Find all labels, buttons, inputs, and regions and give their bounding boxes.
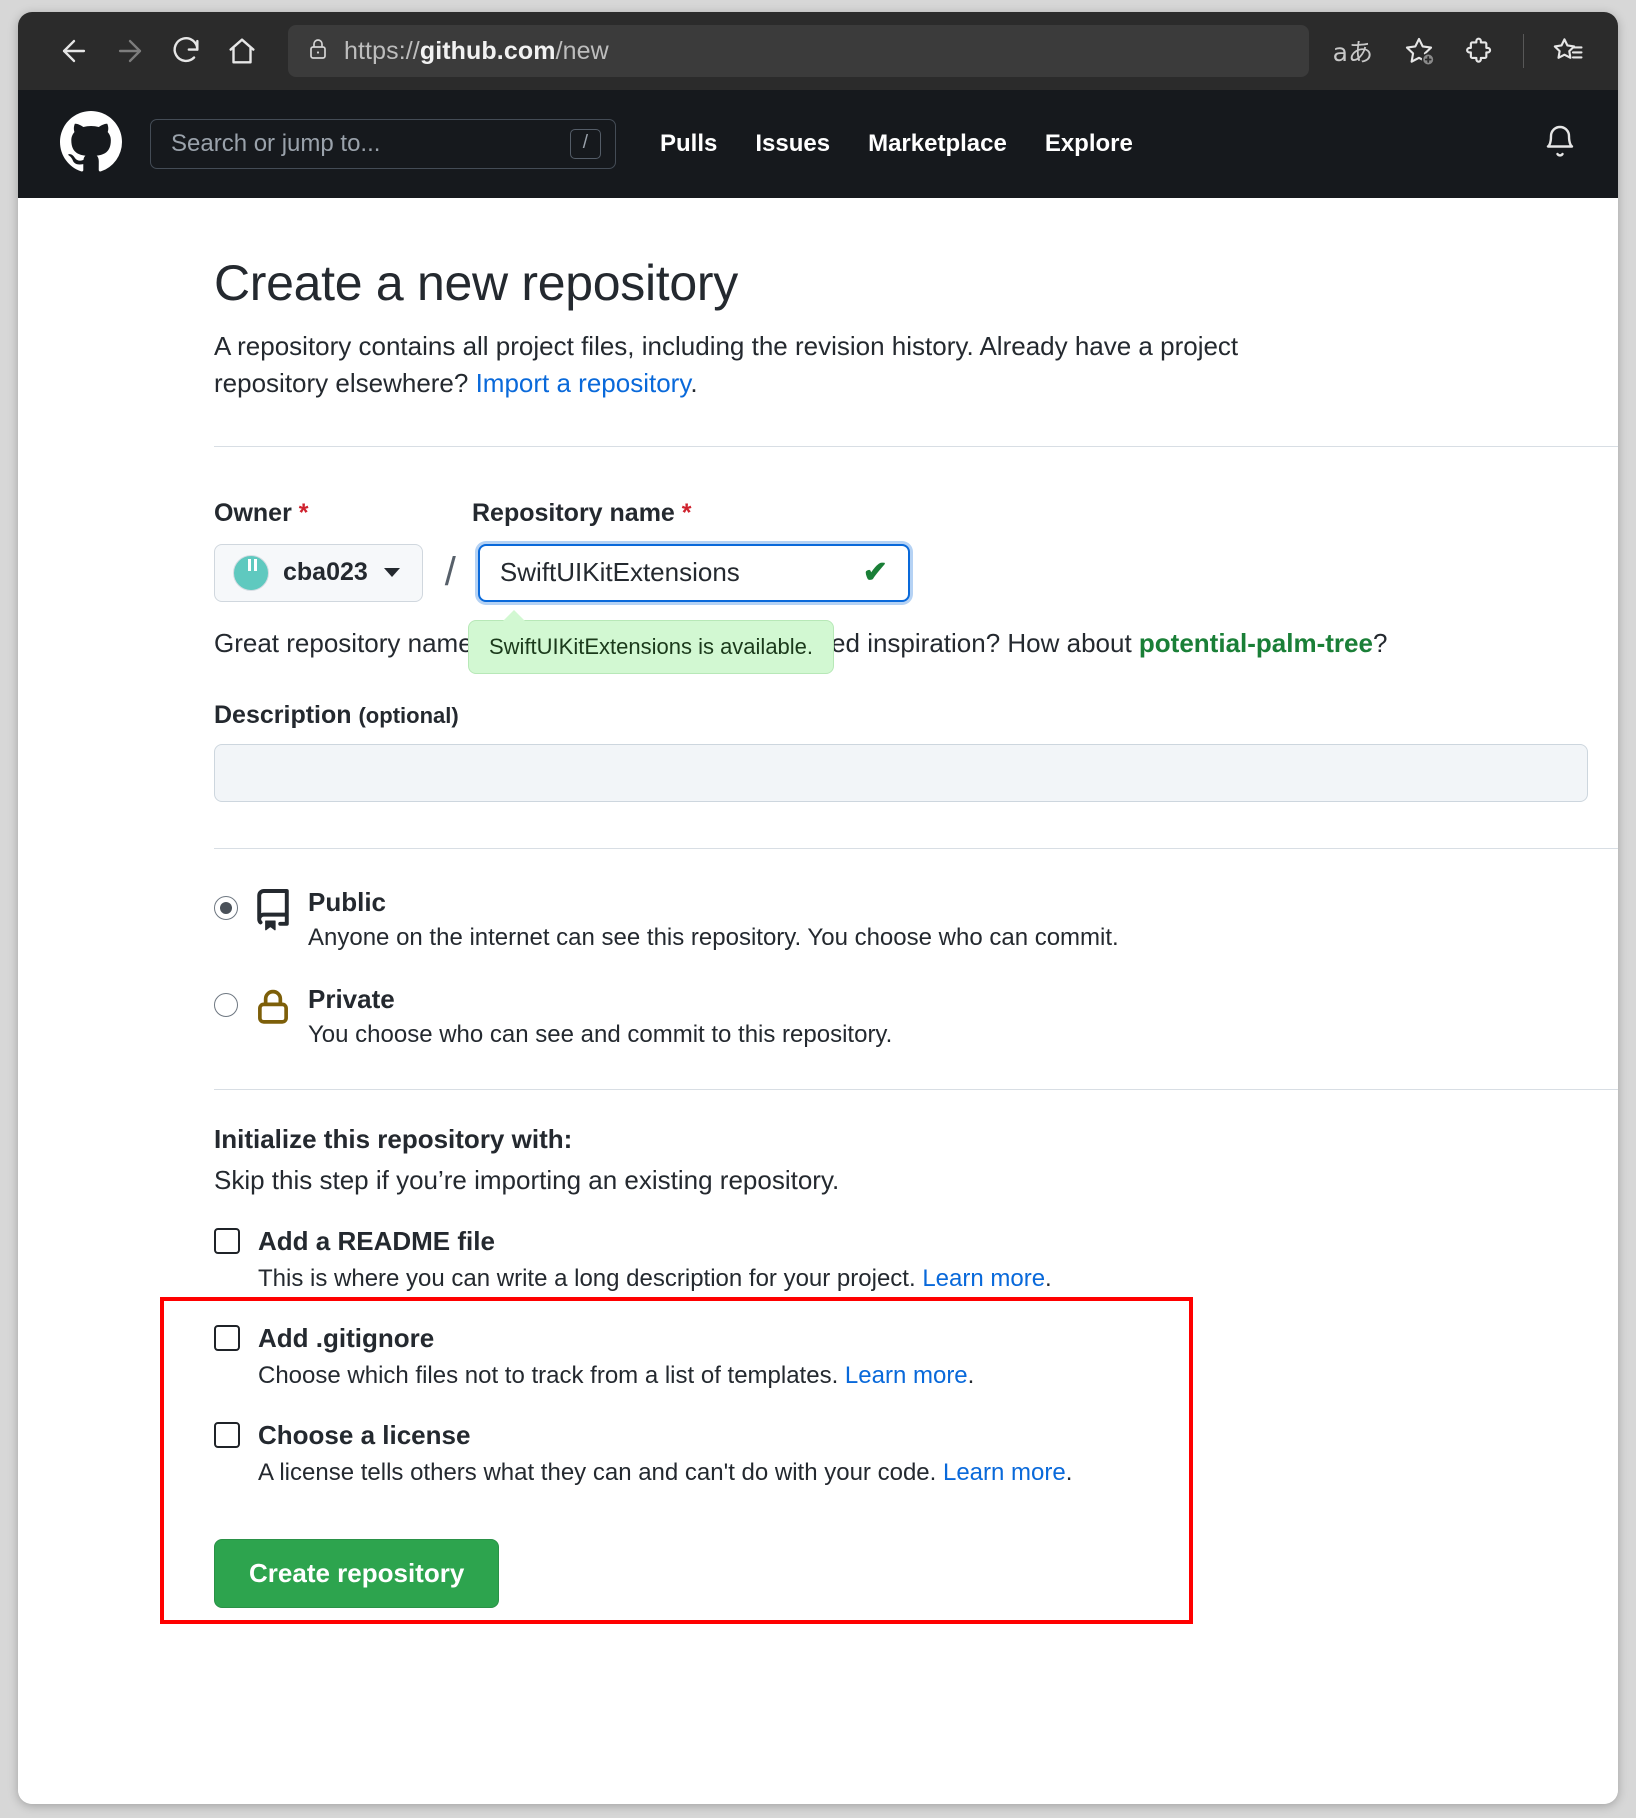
initialize-heading: Initialize this repository with: [214, 1123, 573, 1154]
home-button[interactable] [214, 23, 270, 79]
repository-name-label: Repository name * [472, 498, 692, 527]
repository-name-value: SwiftUIKitExtensions [499, 557, 740, 588]
header-nav: Pulls Issues Marketplace Explore [660, 130, 1133, 158]
availability-tooltip: SwiftUIKitExtensions is available. [468, 609, 835, 674]
init-gitignore-label: Add .gitignore [258, 1322, 435, 1353]
chevron-down-icon [383, 568, 400, 578]
reload-button[interactable] [158, 23, 214, 79]
search-input[interactable]: Search or jump to... / [150, 119, 616, 169]
init-license-row[interactable]: Choose a license [214, 1420, 1598, 1451]
learn-more-gitignore-link[interactable]: Learn more [845, 1362, 968, 1389]
star-list-icon [1551, 34, 1585, 68]
visibility-public-description: Anyone on the internet can see this repo… [308, 923, 1119, 951]
visibility-option-public[interactable]: Public Anyone on the internet can see th… [214, 887, 1598, 952]
extensions-button[interactable] [1451, 23, 1507, 79]
toolbar-divider [1523, 34, 1524, 68]
hint-suffix: ? [1372, 627, 1388, 658]
visibility-private-text: Private You choose who can see and commi… [308, 984, 892, 1049]
browser-toolbar: https://github.com/new aあ [18, 12, 1618, 90]
subtitle-text-1: A repository contains all project files,… [214, 331, 1239, 398]
search-placeholder: Search or jump to... [171, 130, 381, 157]
github-octocat-logo [60, 110, 122, 177]
owner-dropdown[interactable]: cba023 [214, 543, 423, 602]
nav-item-pulls[interactable]: Pulls [660, 130, 717, 158]
nav-item-marketplace[interactable]: Marketplace [868, 130, 1007, 158]
init-gitignore-row[interactable]: Add .gitignore [214, 1323, 1598, 1354]
init-license-description: A license tells others what they can and… [258, 1458, 1073, 1486]
toolbar-actions: aあ [1319, 23, 1596, 79]
divider-initialize [214, 1088, 1618, 1090]
reload-icon [169, 34, 203, 68]
owner-required-marker: * [298, 498, 309, 527]
field-labels-row: Owner * Repository name * [214, 499, 1598, 528]
radio-private[interactable] [214, 992, 238, 1017]
init-option-readme[interactable]: Add a README file This is where you can … [214, 1226, 1598, 1293]
owner-name: cba023 [283, 558, 368, 587]
page-title: Create a new repository [214, 255, 738, 311]
arrow-right-icon [113, 34, 147, 68]
repo-identity-row: cba023 / SwiftUIKitExtensions ✔ [214, 543, 1598, 602]
repo-book-icon [238, 887, 308, 931]
checkbox-add-gitignore[interactable] [214, 1325, 240, 1352]
import-repository-link[interactable]: Import a repository [476, 368, 691, 398]
owner-repo-separator: / [444, 550, 456, 595]
page-subtitle: A repository contains all project files,… [214, 328, 1344, 402]
browser-window: https://github.com/new aあ Search or jump… [18, 12, 1618, 1804]
github-header: Search or jump to... / Pulls Issues Mark… [18, 90, 1618, 198]
repo-name-hint: Great repository names are short and mem… [214, 609, 1598, 674]
lock-icon [306, 37, 330, 66]
checkbox-add-readme[interactable] [214, 1228, 240, 1255]
search-shortcut-badge: / [569, 128, 601, 160]
learn-more-readme-link[interactable]: Learn more [922, 1265, 1045, 1292]
home-icon [225, 34, 259, 68]
collections-button[interactable] [1540, 23, 1596, 79]
visibility-option-private[interactable]: Private You choose who can see and commi… [214, 984, 1598, 1049]
repo-required-marker: * [681, 498, 692, 527]
arrow-left-icon [57, 34, 91, 68]
star-plus-icon [1402, 34, 1436, 68]
add-favorite-button[interactable] [1391, 23, 1447, 79]
visibility-public-text: Public Anyone on the internet can see th… [308, 887, 1119, 952]
checkbox-choose-license[interactable] [214, 1422, 240, 1449]
bell-icon [1542, 125, 1578, 164]
repository-name-input[interactable]: SwiftUIKitExtensions ✔ [477, 543, 910, 602]
learn-more-license-link[interactable]: Learn more [943, 1459, 1066, 1486]
github-logo-link[interactable] [60, 110, 122, 178]
lock-icon [238, 984, 308, 1028]
description-label: Description (optional) [214, 700, 459, 729]
suggested-repo-name[interactable]: potential-palm-tree [1139, 628, 1373, 658]
back-button[interactable] [46, 23, 102, 79]
check-icon: ✔ [862, 555, 888, 589]
radio-public[interactable] [214, 895, 238, 920]
visibility-public-title: Public [308, 886, 387, 917]
init-gitignore-description: Choose which files not to track from a l… [258, 1361, 975, 1389]
nav-item-explore[interactable]: Explore [1045, 130, 1133, 158]
puzzle-piece-icon [1463, 35, 1495, 67]
subtitle-text-2: . [690, 367, 698, 398]
url-text: https://github.com/new [344, 36, 609, 65]
init-option-license[interactable]: Choose a license A license tells others … [214, 1420, 1598, 1487]
divider-visibility [214, 847, 1618, 849]
forward-button[interactable] [102, 23, 158, 79]
owner-label: Owner * [214, 498, 309, 527]
init-readme-row[interactable]: Add a README file [214, 1226, 1598, 1257]
init-readme-label: Add a README file [258, 1225, 495, 1256]
description-input[interactable] [214, 743, 1588, 802]
notifications-button[interactable] [1542, 124, 1584, 165]
avatar [233, 554, 269, 591]
address-bar[interactable]: https://github.com/new [288, 25, 1309, 77]
visibility-private-description: You choose who can see and commit to thi… [308, 1020, 893, 1048]
translate-icon[interactable]: aあ [1319, 33, 1387, 69]
visibility-private-title: Private [308, 983, 395, 1014]
init-readme-description: This is where you can write a long descr… [258, 1264, 1052, 1292]
init-license-label: Choose a license [258, 1419, 471, 1450]
divider-top [214, 445, 1618, 447]
page-content: Create a new repository A repository con… [18, 198, 1618, 1804]
description-optional-marker: (optional) [358, 702, 459, 728]
nav-item-issues[interactable]: Issues [755, 130, 830, 158]
init-option-gitignore[interactable]: Add .gitignore Choose which files not to… [214, 1323, 1598, 1390]
initialize-subheading: Skip this step if you’re importing an ex… [214, 1164, 840, 1195]
create-repository-button[interactable]: Create repository [214, 1538, 500, 1608]
